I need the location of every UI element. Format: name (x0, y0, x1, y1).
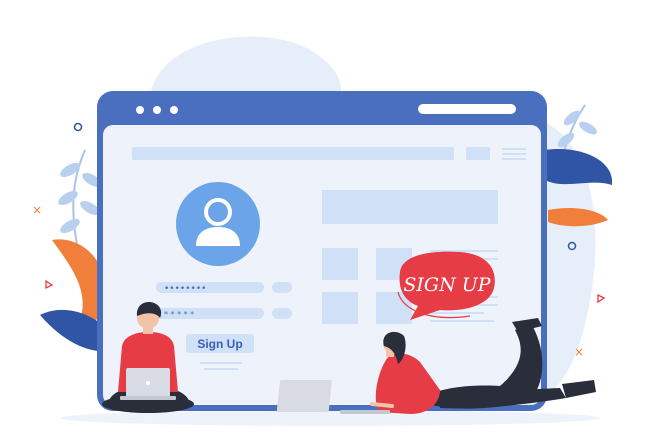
speech-bubble-text: SIGN UP (403, 274, 491, 296)
decor-cross: × (32, 203, 42, 217)
pin-field-side-button[interactable] (272, 308, 292, 319)
signup-button-label: Sign Up (197, 337, 242, 351)
pin-field-value: * * * * * (164, 310, 194, 319)
content-banner-placeholder (322, 190, 498, 224)
password-field-value: •••••••• (164, 284, 206, 294)
background-blob (150, 36, 341, 95)
menu-icon[interactable] (502, 148, 526, 160)
password-field-side-button[interactable] (272, 282, 292, 293)
left-plant-leaves (58, 149, 102, 251)
illustration-svg: × × •••••••• * * * * * Sign Up SIGN UP (32, 36, 613, 426)
illustration-scene: × × •••••••• * * * * * Sign Up SIGN UP (0, 0, 658, 443)
browser-title-bar-pill (418, 104, 516, 114)
address-bar[interactable] (132, 147, 454, 160)
window-dot (136, 106, 144, 114)
decor-circle (73, 122, 83, 132)
right-leaf-blue (545, 149, 613, 185)
decor-cross: × (574, 345, 584, 359)
right-leaf-orange (548, 208, 608, 227)
signup-underline (200, 362, 242, 364)
signup-underline (204, 368, 238, 370)
laptop-screen (276, 380, 332, 412)
content-card-placeholder (322, 292, 358, 324)
address-bar-button[interactable] (466, 147, 490, 160)
decor-triangle (597, 293, 606, 304)
user-avatar-icon (176, 182, 260, 266)
window-dot (153, 106, 161, 114)
decor-triangle (45, 279, 54, 290)
window-dot (170, 106, 178, 114)
content-card-placeholder (322, 248, 358, 280)
